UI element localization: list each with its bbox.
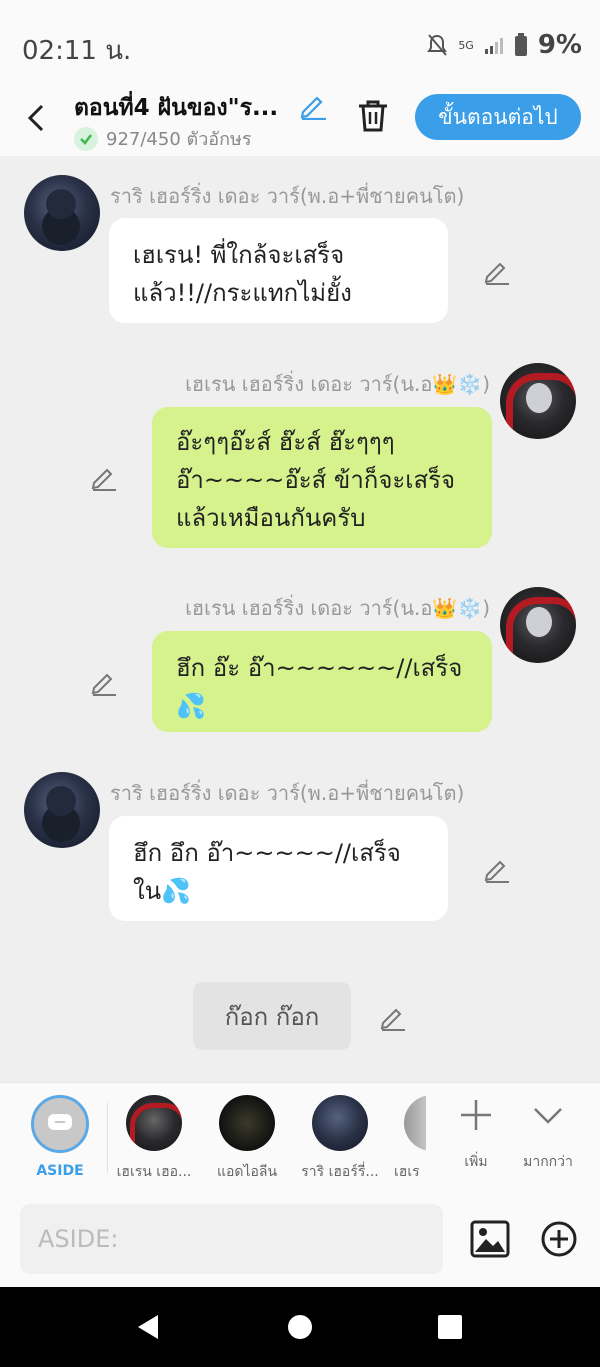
edit-message-icon[interactable] [89,667,119,697]
avatar[interactable] [24,175,100,251]
avatar [126,1095,182,1151]
sender-name: เฮเรน เฮอร์ริ่ง เดอะ วาร์(น.อ👑❄️) [185,596,490,620]
battery-icon [514,33,527,56]
nav-recents-icon[interactable] [438,1315,462,1339]
trash-icon[interactable] [356,98,390,134]
sender-name: ราริ เฮอร์ริ่ง เดอะ วาร์(พ.อ+พี่ชายคนโต) [110,781,465,805]
character-label: ราริ เฮอร์รี่... [301,1164,379,1180]
episode-title[interactable]: ตอนที่4 ฝันของ"ร... [74,90,278,126]
image-icon[interactable] [470,1220,510,1258]
avatar[interactable] [500,363,576,439]
character-admin[interactable]: แอดไอลีน [207,1095,287,1183]
status-bar: 02:11 น. 5G 9% [0,0,600,90]
message-bubble[interactable]: อ๊ะๆๆอ๊ะส์ ฮ๊ะส์ ฮ๊ะๆๆๆ อ๊า~~~~อ๊ะส์ ข้า… [152,407,492,548]
edit-title-pencil-icon[interactable] [298,90,328,120]
character-aside[interactable]: ASIDE [20,1095,100,1179]
add-circle-icon[interactable] [540,1220,578,1258]
nav-home-icon[interactable] [287,1314,313,1340]
edit-message-icon[interactable] [89,462,119,492]
character-counter: 927/450 ตัวอักษร [106,129,252,150]
edit-message-icon[interactable] [378,1002,408,1032]
edit-message-icon[interactable] [482,854,512,884]
avatar [219,1095,275,1151]
composer: ASIDE: [0,1192,600,1287]
mute-bell-icon [427,34,448,56]
avatar[interactable] [24,772,100,848]
avatar[interactable] [500,587,576,663]
signal-icon [484,38,503,54]
avatar [404,1095,426,1151]
character-heren-2[interactable]: เฮเร [384,1095,426,1183]
character-rari[interactable]: ราริ เฮอร์รี่... [300,1095,380,1183]
character-heren[interactable]: เฮเรน เฮอ... [114,1095,194,1183]
chat-bubble-icon [48,1114,72,1130]
message-bubble[interactable]: ฮึก อ๊ะ อ๊า~~~~~~//เสร็จ 💦 [152,631,492,732]
character-label: เฮเร [394,1164,420,1180]
sender-name: ราริ เฮอร์ริ่ง เดอะ วาร์(พ.อ+พี่ชายคนโต) [110,184,465,208]
edit-message-icon[interactable] [482,256,512,286]
battery-percent: 9% [537,30,582,60]
back-arrow-icon[interactable] [22,98,52,138]
character-label: ASIDE [36,1163,84,1179]
sender-name: เฮเรน เฮอร์ริ่ง เดอะ วาร์(น.อ👑❄️) [185,372,490,396]
plus-icon [461,1100,491,1130]
check-icon [74,126,98,151]
character-label: แอดไอลีน [216,1164,278,1180]
chevron-down-icon [534,1108,562,1124]
message-bubble[interactable]: เฮเรน! พี่ใกล้จะเสร็จ แล้ว!!//กระแทกไม่ย… [109,218,448,323]
editor-header: ตอนที่4 ฝันของ"ร... 927/450 ตัวอักษร ขั้… [0,80,600,156]
message-bubble[interactable]: ฮึก อึก อ๊า~~~~~//เสร็จ ใน💦 [109,816,448,921]
character-tray: ASIDE เฮเรน เฮอ... แอดไอลีน ราริ เฮอร์รี… [0,1082,600,1192]
next-step-button[interactable]: ขั้นตอนต่อไป [415,94,581,140]
aside-input[interactable]: ASIDE: [20,1204,443,1274]
nav-back-icon[interactable] [134,1313,162,1341]
character-label: เฮเรน เฮอ... [116,1164,192,1180]
system-nav-bar [0,1287,600,1367]
avatar [312,1095,368,1151]
aside-message[interactable]: ก๊อก ก๊อก [193,982,351,1050]
add-character-button[interactable]: เพิ่ม [436,1097,516,1173]
more-button[interactable]: มากกว่า [508,1097,588,1173]
network-label: 5G [458,38,474,52]
status-time: 02:11 น. [22,36,132,66]
